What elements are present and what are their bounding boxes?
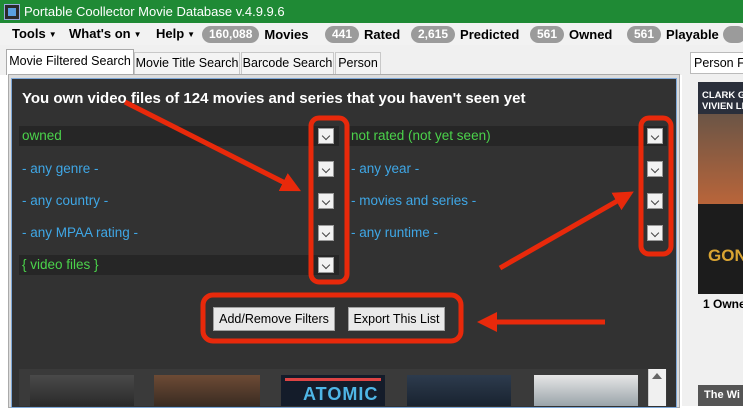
- highlight-box-left-dropdowns: [308, 115, 350, 285]
- highlight-box-buttons: [200, 292, 464, 344]
- annotation-overlay: [123, 99, 674, 344]
- arrow-to-left-dropdowns: [123, 99, 302, 192]
- highlight-box-right-dropdowns: [638, 115, 674, 257]
- arrow-to-right-dropdowns: [498, 191, 634, 271]
